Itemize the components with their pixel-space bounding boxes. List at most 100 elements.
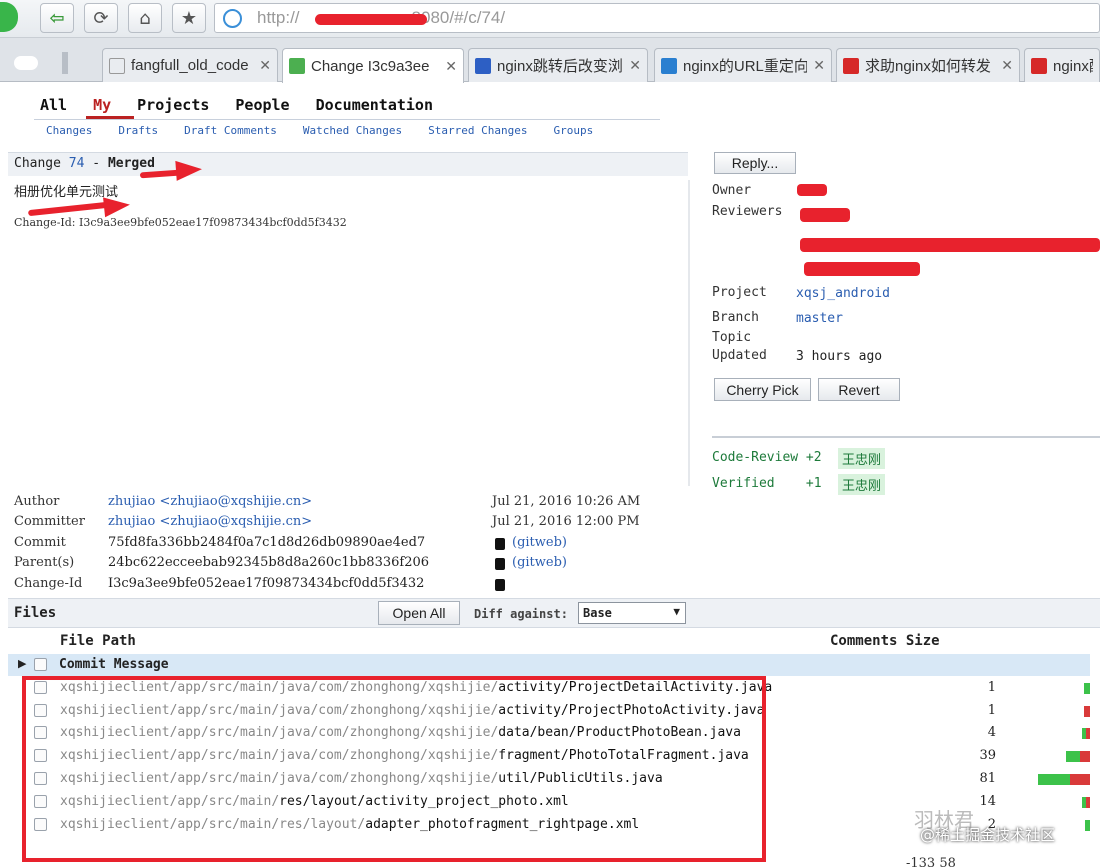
subnav-drafts[interactable]: Drafts	[118, 124, 158, 137]
subnav-watched-changes[interactable]: Watched Changes	[303, 124, 402, 137]
clipboard-icon[interactable]	[495, 538, 505, 550]
owner-redaction	[797, 184, 827, 196]
author-date: Jul 21, 2016 10:26 AM	[492, 494, 641, 509]
gitweb-link[interactable]: (gitweb)	[512, 555, 567, 570]
code-review-label: Code-Review +2	[712, 450, 822, 465]
reviewed-checkbox[interactable]	[34, 658, 47, 671]
size-bar	[1084, 683, 1090, 694]
gitweb-link[interactable]: (gitweb)	[512, 535, 567, 550]
code-review-voter: 王忠刚	[838, 448, 886, 469]
address-bar[interactable]: http://8080/#/c/74/	[214, 3, 1100, 33]
url-prefix: http://	[257, 8, 300, 27]
file-size-value: 1	[987, 680, 996, 695]
commit-hash: 75fd8fa336bb2484f0a7c1d8d26db09890ae4ed7	[108, 535, 426, 550]
change-status: Merged	[107, 156, 155, 171]
commit-message-link[interactable]: Commit Message	[59, 657, 169, 672]
size-bar	[1084, 706, 1090, 717]
close-icon[interactable]: ✕	[813, 57, 825, 74]
file-size-value: 39	[979, 748, 996, 763]
changeid-value: I3c9a3ee9bfe052eae17f09873434bcf0dd5f343…	[108, 576, 425, 591]
browser-tab[interactable]: fangfull_old_code ✕	[102, 48, 278, 82]
diff-against-select[interactable]: Base ▼	[578, 602, 686, 624]
close-icon[interactable]: ✕	[1001, 57, 1013, 74]
commit-label: Commit	[14, 535, 66, 550]
size-bar-deleted	[1070, 774, 1090, 785]
committer-date: Jul 21, 2016 12:00 PM	[492, 514, 640, 529]
tab-title: Change I3c9a3ee	[311, 57, 430, 75]
sub-nav: Changes Drafts Draft Comments Watched Ch…	[46, 124, 619, 137]
reviewer-redaction	[800, 238, 1100, 252]
annotation-arrow-head-1	[175, 159, 203, 181]
updated-value: 3 hours ago	[796, 349, 883, 364]
chevron-down-icon: ▼	[673, 605, 680, 618]
close-icon[interactable]: ✕	[259, 57, 271, 74]
tab-title: nginx配	[1053, 58, 1093, 75]
change-number-link[interactable]: 74	[69, 156, 85, 171]
file-path-column-header: File Path	[60, 633, 136, 649]
file-size-value: 1	[987, 703, 996, 718]
nav-people[interactable]: People	[235, 96, 289, 114]
project-label: Project	[712, 285, 767, 300]
bookmark-star-icon[interactable]: ★	[172, 3, 206, 33]
home-icon[interactable]: ⌂	[128, 3, 162, 33]
cloud-icon[interactable]	[14, 56, 38, 70]
reply-button[interactable]: Reply...	[714, 152, 796, 174]
site-icon	[661, 57, 677, 74]
project-link[interactable]: xqsj_android	[796, 286, 890, 301]
comments-size-column-header: Comments Size	[830, 633, 940, 649]
close-icon[interactable]: ✕	[629, 57, 641, 74]
annotation-arrow-head-2	[103, 194, 131, 218]
browser-tab[interactable]: 求助nginx如何转发 ✕	[836, 48, 1020, 82]
back-icon[interactable]: ⇦	[40, 3, 74, 33]
browser-tab[interactable]: nginx的URL重定向 ✕	[654, 48, 832, 82]
parent-hash: 24bc622ecceebab92345b8d8a260c1bb8336f206	[108, 555, 430, 570]
refresh-icon[interactable]: ⟳	[84, 3, 118, 33]
size-bar	[1066, 751, 1090, 762]
owner-label: Owner	[712, 183, 752, 198]
subnav-draft-comments[interactable]: Draft Comments	[184, 124, 277, 137]
column-divider	[688, 180, 690, 486]
subnav-starred-changes[interactable]: Starred Changes	[428, 124, 527, 137]
browser-tab[interactable]: nginx配	[1024, 48, 1100, 82]
commit-message-row[interactable]: ▶ Commit Message	[8, 654, 1090, 676]
clipboard-icon[interactable]	[495, 558, 505, 570]
nav-projects[interactable]: Projects	[137, 96, 209, 114]
nav-documentation[interactable]: Documentation	[316, 96, 433, 114]
committer-label: Committer	[14, 514, 85, 529]
cherry-pick-button[interactable]: Cherry Pick	[714, 378, 811, 401]
reviewer-redaction	[804, 262, 920, 276]
tab-strip: fangfull_old_code ✕ Change I3c9a3ee ✕ ng…	[0, 38, 1100, 83]
size-bar-added	[1084, 683, 1090, 694]
nav-my[interactable]: My	[93, 96, 111, 114]
close-icon[interactable]: ✕	[445, 58, 457, 75]
updated-label: Updated	[712, 348, 767, 363]
annotation-arrow-1	[139, 169, 181, 179]
url-redaction	[315, 14, 427, 25]
parent-label: Parent(s)	[14, 555, 75, 570]
reviewer-redaction	[800, 208, 850, 222]
subnav-changes[interactable]: Changes	[46, 124, 92, 137]
changeid-label: Change-Id	[14, 576, 83, 591]
subnav-groups[interactable]: Groups	[554, 124, 594, 137]
expand-triangle-icon[interactable]: ▶	[18, 657, 26, 670]
size-bar-deleted	[1086, 728, 1090, 739]
clipboard-icon[interactable]	[495, 579, 505, 591]
nav-all[interactable]: All	[40, 96, 67, 114]
author-value[interactable]: zhujiao <zhujiao@xqshijie.cn>	[108, 494, 312, 509]
revert-button[interactable]: Revert	[818, 378, 900, 401]
open-all-button[interactable]: Open All	[378, 601, 460, 625]
browser-tab-active[interactable]: Change I3c9a3ee ✕	[282, 48, 464, 83]
size-bar	[1082, 797, 1090, 808]
size-bar-added	[1085, 820, 1090, 831]
topic-label: Topic	[712, 330, 752, 345]
browser-tab[interactable]: nginx跳转后改变浏 ✕	[468, 48, 648, 82]
watermark-subtext: @稀土掘金技术社区	[920, 826, 1056, 844]
change-label: Change	[14, 156, 61, 171]
file-size-value: 4	[987, 725, 996, 740]
branch-link[interactable]: master	[796, 311, 843, 326]
file-size-value: 81	[979, 771, 996, 786]
committer-value[interactable]: zhujiao <zhujiao@xqshijie.cn>	[108, 514, 312, 529]
size-bar-deleted	[1080, 751, 1090, 762]
size-bar-added	[1038, 774, 1070, 785]
tab-title: 求助nginx如何转发	[865, 58, 991, 75]
